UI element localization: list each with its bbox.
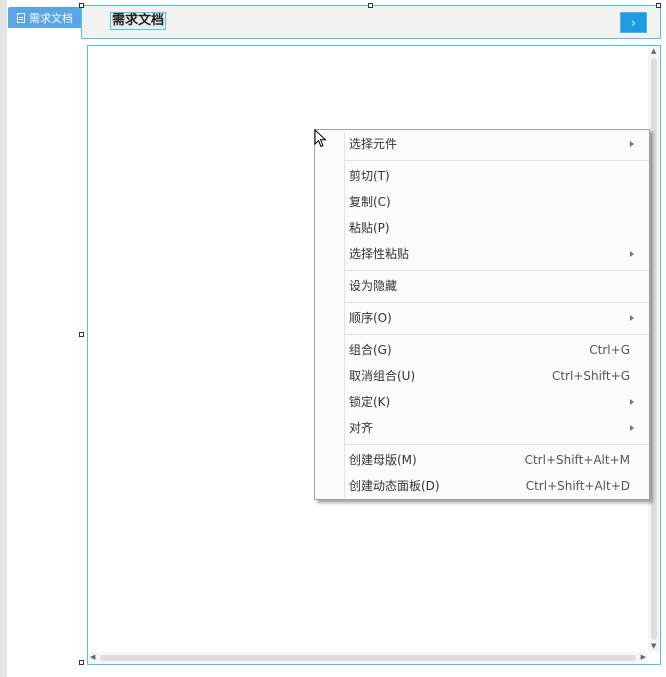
menu-item-label: 取消组合(U) [349,369,416,383]
menu-item-label: 复制(C) [349,195,391,209]
menu-item-cut[interactable]: 剪切(T) [316,164,648,188]
mouse-pointer-icon [314,129,327,148]
resize-handle-left[interactable] [79,332,84,337]
menu-separator [345,334,649,335]
menu-item-label: 创建母版(M) [349,453,417,467]
scroll-left-icon[interactable]: ◀ [90,654,95,661]
context-menu: 选择元件 剪切(T) 复制(C) 粘贴(P) 选择性粘贴 设为隐藏 顺序(O) … [314,129,650,500]
menu-item-group[interactable]: 组合(G) Ctrl+G [316,338,648,362]
menu-item-shortcut: Ctrl+G [589,343,630,357]
menu-item-align[interactable]: 对齐 [316,416,648,440]
menu-item-label: 创建动态面板(D) [349,479,440,493]
menu-separator [345,270,649,271]
menu-item-shortcut: Ctrl+Shift+Alt+M [524,453,630,467]
menu-item-label: 选择元件 [349,137,398,151]
next-button[interactable]: › [620,12,647,33]
menu-item-shortcut: Ctrl+Shift+Alt+D [525,479,630,493]
menu-item-set-hidden[interactable]: 设为隐藏 [316,274,648,298]
submenu-arrow-icon [630,399,634,405]
menu-separator [345,302,649,303]
menu-item-create-master[interactable]: 创建母版(M) Ctrl+Shift+Alt+M [316,448,648,472]
menu-item-paste-special[interactable]: 选择性粘贴 [316,242,648,266]
submenu-arrow-icon [630,141,634,147]
menu-item-label: 对齐 [349,421,374,435]
menu-separator [345,160,649,161]
scroll-down-icon[interactable]: ▼ [651,643,656,650]
page-title[interactable]: 需求文档 [109,12,167,30]
resize-handle-top-right[interactable] [656,3,661,8]
vertical-scroll-thumb[interactable] [651,58,657,640]
tab-label: 需求文档 [29,11,73,25]
resize-handle-top[interactable] [368,3,373,8]
menu-item-select-widget[interactable]: 选择元件 [316,132,648,156]
menu-item-label: 锁定(K) [349,395,391,409]
resize-handle-top-left[interactable] [79,3,84,8]
menu-item-label: 顺序(O) [349,311,392,325]
menu-item-label: 组合(G) [349,343,392,357]
chevron-right-icon: › [631,15,636,30]
menu-separator [345,444,649,445]
scroll-right-icon[interactable]: ▶ [641,654,646,661]
menu-item-label: 剪切(T) [349,169,390,183]
menu-item-label: 设为隐藏 [349,279,398,293]
horizontal-scroll-thumb[interactable] [100,655,636,661]
menu-item-lock[interactable]: 锁定(K) [316,390,648,414]
header-panel[interactable]: 需求文档 › [81,5,661,39]
menu-item-shortcut: Ctrl+Shift+G [551,369,630,383]
menu-item-ungroup[interactable]: 取消组合(U) Ctrl+Shift+G [316,364,648,388]
left-panel-strip [0,0,7,677]
menu-item-label: 选择性粘贴 [349,247,410,261]
scroll-up-icon[interactable]: ▲ [651,48,656,55]
submenu-arrow-icon [630,315,634,321]
menu-item-order[interactable]: 顺序(O) [316,306,648,330]
menu-item-label: 粘贴(P) [349,221,390,235]
menu-item-paste[interactable]: 粘贴(P) [316,216,648,240]
horizontal-scrollbar[interactable]: ◀ ▶ [88,652,648,664]
menu-item-create-dynamic-panel[interactable]: 创建动态面板(D) Ctrl+Shift+Alt+D [316,474,648,498]
tab-requirements-doc[interactable]: 需求文档 [8,7,81,28]
submenu-arrow-icon [630,251,634,257]
menu-item-copy[interactable]: 复制(C) [316,190,648,214]
submenu-arrow-icon [630,425,634,431]
resize-handle-bottom-left[interactable] [79,660,84,665]
document-icon [17,12,25,23]
